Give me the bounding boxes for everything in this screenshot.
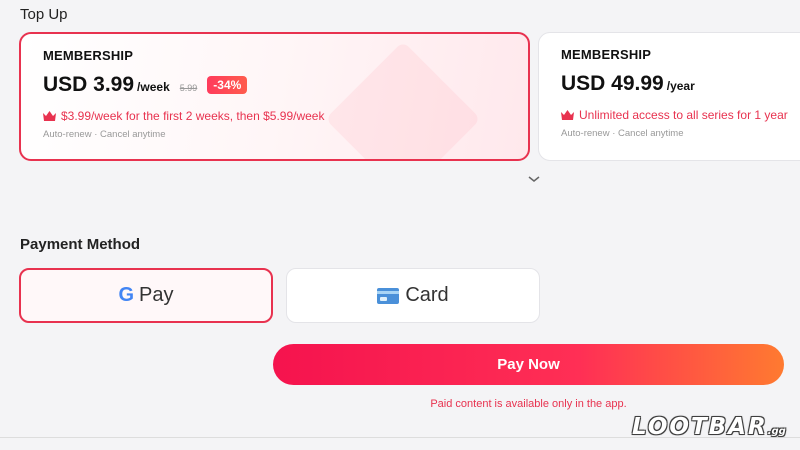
chevron-down-icon[interactable] (527, 174, 541, 184)
crown-icon (561, 110, 574, 120)
crown-icon (43, 111, 56, 121)
plan-note: Auto-renew · Cancel anytime (561, 128, 684, 139)
discount-badge: -34% (207, 76, 248, 94)
card-icon (377, 287, 400, 304)
plan-description: $3.99/week for the first 2 weeks, then $… (61, 109, 325, 123)
plan-old-price: 5.99 (179, 83, 198, 93)
plan-period: /year (666, 79, 695, 93)
google-g-icon: G (118, 284, 135, 306)
plan-price: USD 3.99 (43, 73, 135, 96)
google-pay-option[interactable]: G Pay (19, 268, 273, 323)
plan-price: USD 49.99 (561, 72, 664, 95)
payment-method-title: Payment Method (20, 236, 141, 253)
lootbar-watermark-logo: LOOTBAR.gg (632, 414, 786, 440)
plan-card-weekly[interactable]: MEMBERSHIP USD 3.99 /week 5.99 -34% $3.9… (19, 32, 530, 161)
plan-card-yearly[interactable]: MEMBERSHIP USD 49.99 /year Unlimited acc… (538, 32, 800, 161)
plan-description: Unlimited access to all series for 1 yea… (579, 108, 788, 122)
plan-period: /week (137, 80, 170, 94)
pay-now-button[interactable]: Pay Now (273, 344, 784, 385)
paid-content-note: Paid content is available only in the ap… (430, 398, 627, 410)
payment-option-label: Card (405, 284, 449, 306)
payment-option-label: Pay (139, 284, 174, 306)
top-up-title: Top Up (20, 6, 68, 23)
plan-name: MEMBERSHIP (561, 47, 652, 62)
plan-name: MEMBERSHIP (43, 48, 134, 63)
card-option[interactable]: Card (286, 268, 540, 323)
